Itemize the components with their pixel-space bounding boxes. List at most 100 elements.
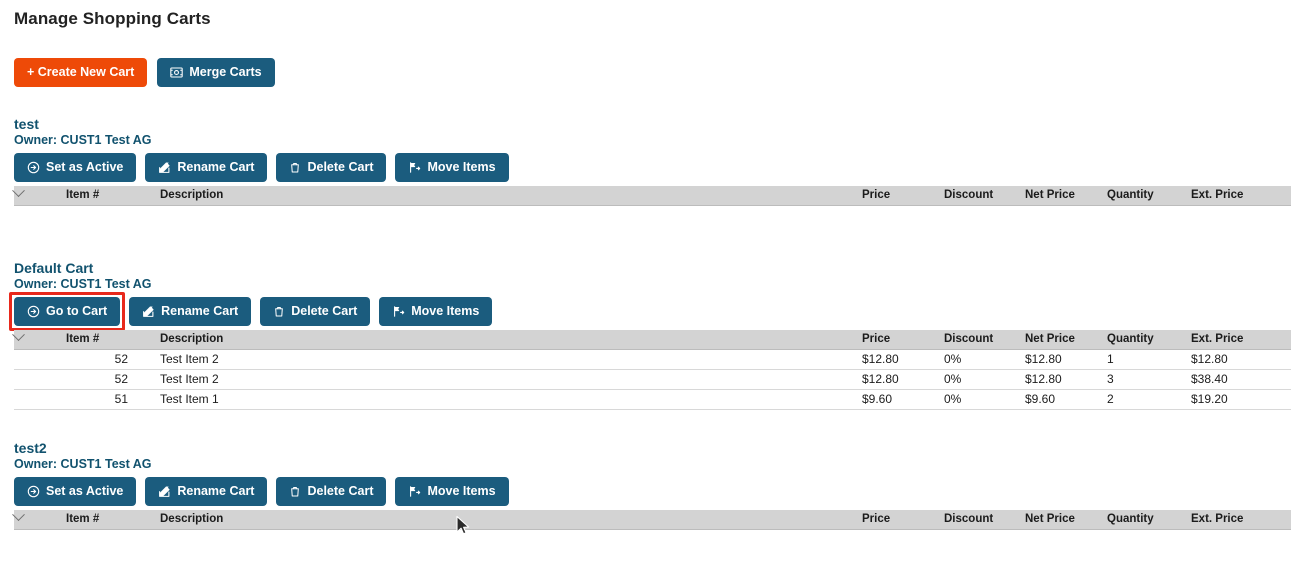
trash-icon	[289, 485, 301, 498]
delete-cart-button[interactable]: Delete Cart	[260, 297, 371, 326]
move-items-button[interactable]: Move Items	[379, 297, 493, 326]
move-items-button[interactable]: Move Items	[395, 153, 509, 182]
column-header-net-price[interactable]: Net Price	[1025, 186, 1107, 206]
cart-owner: Owner: CUST1 Test AG	[14, 277, 152, 291]
table-header-row: Item # Description Price Discount Net Price Q…	[12, 184, 1291, 206]
action-label: Delete Cart	[307, 484, 374, 499]
merge-icon	[170, 66, 184, 79]
cart-actions: Set as Active Rename Cart Delete Cart Move …	[14, 153, 509, 182]
cell-description: Test Item 2	[144, 369, 862, 390]
column-header-quantity[interactable]: Quantity	[1107, 510, 1191, 530]
column-header-description[interactable]: Description	[144, 330, 862, 350]
arrow-circle-right-icon	[27, 161, 40, 174]
set-as-active-button[interactable]: Set as Active	[14, 477, 137, 506]
rename-cart-button[interactable]: Rename Cart	[145, 153, 268, 182]
cart-owner: Owner: CUST1 Test AG	[14, 457, 152, 471]
cell-description: Test Item 1	[144, 389, 862, 410]
column-header-description[interactable]: Description	[144, 186, 862, 206]
create-new-cart-button[interactable]: + Create New Cart	[14, 58, 148, 87]
column-header-item[interactable]: Item #	[66, 186, 144, 206]
cell-item: 52	[66, 348, 144, 370]
cell-quantity: 2	[1107, 389, 1191, 410]
cart-owner: Owner: CUST1 Test AG	[14, 133, 152, 147]
action-label: Set as Active	[46, 160, 124, 175]
action-label: Move Items	[427, 484, 496, 499]
go-to-cart-button[interactable]: Go to Cart	[14, 297, 121, 326]
create-new-cart-label: + Create New Cart	[27, 65, 135, 80]
column-header-description[interactable]: Description	[144, 510, 862, 530]
cell-item: 51	[66, 389, 144, 410]
top-toolbar: + Create New Cart Merge Carts	[14, 58, 275, 87]
action-wrapper: Move Items	[395, 477, 509, 506]
action-label: Delete Cart	[307, 160, 374, 175]
column-header-quantity[interactable]: Quantity	[1107, 330, 1191, 350]
cell-quantity: 1	[1107, 348, 1191, 370]
action-label: Delete Cart	[291, 304, 358, 319]
table-header-row: Item # Description Price Discount Net Price Q…	[12, 328, 1291, 350]
cart-items-table: Item # Description Price Discount Net Price Q…	[12, 184, 1291, 206]
arrow-circle-right-icon	[27, 305, 40, 318]
column-header-price[interactable]: Price	[862, 510, 944, 530]
row-expand-cell[interactable]	[14, 348, 66, 370]
cart-items-table: Item # Description Price Discount Net Price Q…	[12, 508, 1291, 530]
move-items-button[interactable]: Move Items	[395, 477, 509, 506]
table-row[interactable]: 52 Test Item 2 $12.80 0% $12.80 3 $38.40	[14, 369, 1291, 390]
cell-ext-price: $12.80	[1191, 348, 1291, 370]
expand-all-chevron-down-icon[interactable]	[12, 508, 66, 530]
expand-all-chevron-down-icon[interactable]	[12, 184, 66, 206]
cart-actions: Go to Cart Rename Cart Delete Cart Move Ite…	[8, 292, 493, 331]
action-wrapper: Delete Cart	[276, 153, 387, 182]
cell-description: Test Item 2	[144, 348, 862, 370]
column-header-discount[interactable]: Discount	[944, 330, 1025, 350]
column-header-price[interactable]: Price	[862, 330, 944, 350]
column-header-item[interactable]: Item #	[66, 330, 144, 350]
cart-items-table: Item # Description Price Discount Net Price Q…	[12, 328, 1291, 410]
row-expand-cell[interactable]	[14, 389, 66, 410]
action-wrapper: Set as Active	[14, 477, 137, 506]
column-header-item[interactable]: Item #	[66, 510, 144, 530]
cell-price: $9.60	[862, 389, 944, 410]
column-header-discount[interactable]: Discount	[944, 510, 1025, 530]
action-label: Rename Cart	[161, 304, 239, 319]
delete-cart-button[interactable]: Delete Cart	[276, 153, 387, 182]
row-expand-cell[interactable]	[14, 369, 66, 390]
column-header-price[interactable]: Price	[862, 186, 944, 206]
action-wrapper: Rename Cart	[145, 477, 268, 506]
move-items-icon	[392, 305, 405, 318]
column-header-ext-price[interactable]: Ext. Price	[1191, 510, 1291, 530]
trash-icon	[289, 161, 301, 174]
merge-carts-button[interactable]: Merge Carts	[157, 58, 275, 87]
column-header-net-price[interactable]: Net Price	[1025, 510, 1107, 530]
cell-ext-price: $19.20	[1191, 389, 1291, 410]
cell-discount: 0%	[944, 348, 1025, 370]
column-header-quantity[interactable]: Quantity	[1107, 186, 1191, 206]
table-row[interactable]: 51 Test Item 1 $9.60 0% $9.60 2 $19.20	[14, 389, 1291, 410]
column-header-ext-price[interactable]: Ext. Price	[1191, 186, 1291, 206]
action-wrapper: Move Items	[395, 153, 509, 182]
column-header-ext-price[interactable]: Ext. Price	[1191, 330, 1291, 350]
cell-item: 52	[66, 369, 144, 390]
rename-cart-button[interactable]: Rename Cart	[145, 477, 268, 506]
column-header-discount[interactable]: Discount	[944, 186, 1025, 206]
cell-quantity: 3	[1107, 369, 1191, 390]
page-title: Manage Shopping Carts	[14, 9, 211, 28]
action-wrapper: Rename Cart	[129, 297, 252, 326]
cell-discount: 0%	[944, 389, 1025, 410]
delete-cart-button[interactable]: Delete Cart	[276, 477, 387, 506]
action-wrapper: Rename Cart	[145, 153, 268, 182]
move-items-icon	[408, 161, 421, 174]
expand-all-chevron-down-icon[interactable]	[12, 328, 66, 350]
table-header-row: Item # Description Price Discount Net Price Q…	[12, 508, 1291, 530]
cell-ext-price: $38.40	[1191, 369, 1291, 390]
highlighted-action-wrapper: Go to Cart	[8, 292, 126, 331]
column-header-net-price[interactable]: Net Price	[1025, 330, 1107, 350]
rename-cart-button[interactable]: Rename Cart	[129, 297, 252, 326]
action-wrapper: Delete Cart	[260, 297, 371, 326]
table-row[interactable]: 52 Test Item 2 $12.80 0% $12.80 1 $12.80	[14, 348, 1291, 370]
cell-net-price: $12.80	[1025, 348, 1107, 370]
set-as-active-button[interactable]: Set as Active	[14, 153, 137, 182]
action-label: Rename Cart	[177, 484, 255, 499]
action-wrapper: Delete Cart	[276, 477, 387, 506]
cell-discount: 0%	[944, 369, 1025, 390]
action-label: Go to Cart	[46, 304, 108, 319]
